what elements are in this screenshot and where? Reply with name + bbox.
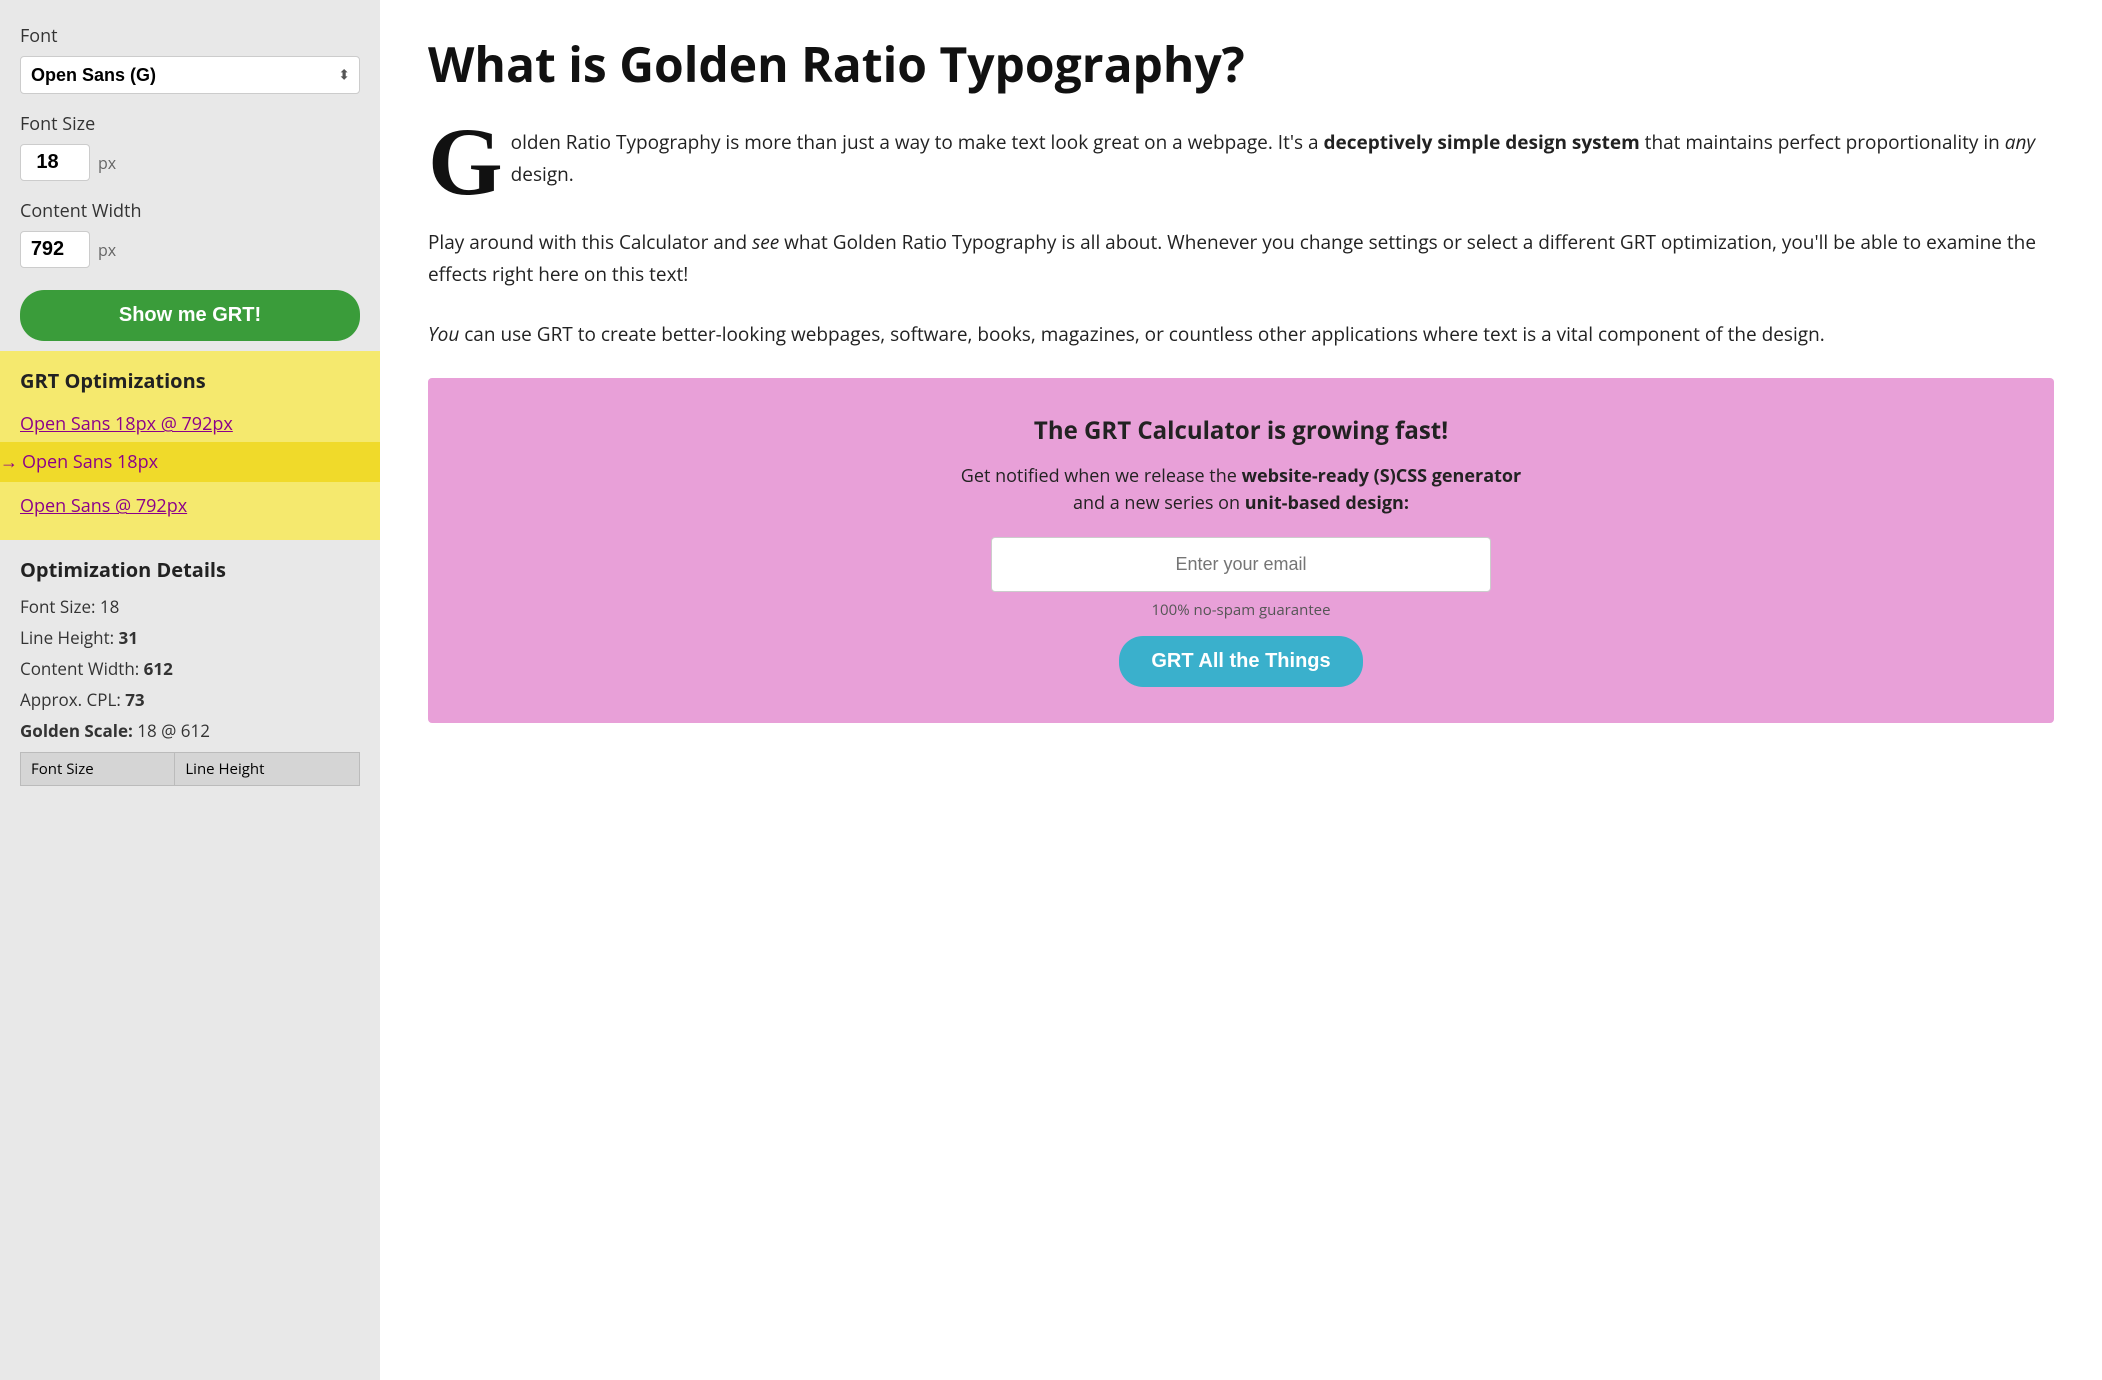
para3-italic: You xyxy=(428,321,459,347)
content-width-input-row: px xyxy=(20,231,360,268)
optimization-details-title: Optimization Details xyxy=(20,556,360,583)
para3-cont: can use GRT to create better-looking web… xyxy=(459,321,1824,347)
italic-text-1: any xyxy=(2005,129,2035,155)
drop-cap-text-1: olden Ratio Typography is more than just… xyxy=(511,129,1324,155)
table-col1-header: Font Size xyxy=(21,753,175,786)
bold-text-1: deceptively simple design system xyxy=(1324,129,1640,155)
font-select-wrapper: Open Sans (G) ⬍ xyxy=(20,56,360,94)
arrow-icon: → xyxy=(0,450,18,474)
grt-opt-link-1[interactable]: Open Sans 18px @ 792px xyxy=(20,406,360,442)
font-size-detail-label: Font Size: xyxy=(20,595,96,618)
approx-cpl-value: 73 xyxy=(125,688,144,711)
cta-subtitle-bold: website-ready (S)CSS generator xyxy=(1242,464,1522,488)
line-height-value: 31 xyxy=(119,626,138,649)
font-size-detail-value: 18 xyxy=(100,595,119,618)
font-size-input[interactable] xyxy=(20,144,90,181)
font-label: Font xyxy=(20,24,360,48)
drop-cap-text: olden Ratio Typography is more than just… xyxy=(511,129,2036,187)
para2-italic: see xyxy=(752,229,779,255)
font-section: Font Open Sans (G) ⬍ xyxy=(20,24,360,94)
detail-table: Font Size Line Height xyxy=(20,752,360,786)
golden-scale-detail: Golden Scale: 18 @ 612 xyxy=(20,719,360,742)
main-content: What is Golden Ratio Typography? G olden… xyxy=(380,0,2102,1380)
paragraph-2: Play around with this Calculator and see… xyxy=(428,226,2054,291)
font-size-detail: Font Size: 18 xyxy=(20,595,360,618)
para2-text: Play around with this Calculator and xyxy=(428,229,752,255)
content-width-detail-label: Content Width: xyxy=(20,657,139,680)
approx-cpl-label: Approx. CPL: xyxy=(20,688,121,711)
font-size-section: Font Size px xyxy=(20,112,360,181)
content-width-label: Content Width xyxy=(20,199,360,223)
grt-opt-active-2[interactable]: →Open Sans 18px xyxy=(0,442,400,482)
content-width-section: Content Width px xyxy=(20,199,360,268)
cta-subtitle-pre: Get notified when we release the xyxy=(961,464,1242,488)
line-height-label: Line Height: xyxy=(20,626,114,649)
table-col2-header: Line Height xyxy=(175,753,360,786)
approx-cpl-detail: Approx. CPL: 73 xyxy=(20,688,360,711)
grt-opt-2-label: Open Sans 18px xyxy=(22,450,158,474)
golden-scale-label: Golden Scale: xyxy=(20,719,133,742)
font-size-label: Font Size xyxy=(20,112,360,136)
spam-note: 100% no-spam guarantee xyxy=(460,600,2022,620)
drop-cap-letter: G xyxy=(428,126,503,198)
show-grt-button[interactable]: Show me GRT! xyxy=(20,290,360,341)
grt-opt-link-3[interactable]: Open Sans @ 792px xyxy=(20,488,360,524)
line-height-detail: Line Height: 31 xyxy=(20,626,360,649)
cta-title: The GRT Calculator is growing fast! xyxy=(460,414,2022,447)
content-width-unit: px xyxy=(98,239,116,261)
drop-cap-text-3: design. xyxy=(511,161,574,187)
cta-box: The GRT Calculator is growing fast! Get … xyxy=(428,378,2054,723)
font-size-unit: px xyxy=(98,152,116,174)
sidebar: Font Open Sans (G) ⬍ Font Size px Conten… xyxy=(0,0,380,1380)
drop-cap-text-2: that maintains perfect proportionality i… xyxy=(1640,129,2005,155)
grt-optimizations-title: GRT Optimizations xyxy=(20,367,360,394)
cta-button[interactable]: GRT All the Things xyxy=(1119,636,1362,687)
drop-cap-paragraph: G olden Ratio Typography is more than ju… xyxy=(428,126,2054,198)
content-width-input[interactable] xyxy=(20,231,90,268)
content-width-detail-value: 612 xyxy=(144,657,173,680)
content-width-detail: Content Width: 612 xyxy=(20,657,360,680)
golden-scale-value: 18 @ 612 xyxy=(137,719,210,742)
cta-subtitle-bold2: unit-based design: xyxy=(1245,491,1409,515)
email-input[interactable] xyxy=(991,537,1491,592)
cta-subtitle: Get notified when we release the website… xyxy=(460,463,2022,517)
font-size-input-row: px xyxy=(20,144,360,181)
optimization-details-section: Optimization Details Font Size: 18 Line … xyxy=(20,540,360,786)
page-title: What is Golden Ratio Typography? xyxy=(428,36,2054,94)
cta-subtitle-mid: and a new series on xyxy=(1073,491,1245,515)
grt-optimizations-section: GRT Optimizations Open Sans 18px @ 792px… xyxy=(0,351,380,540)
paragraph-3: You can use GRT to create better-looking… xyxy=(428,318,2054,350)
font-select[interactable]: Open Sans (G) xyxy=(20,56,360,94)
